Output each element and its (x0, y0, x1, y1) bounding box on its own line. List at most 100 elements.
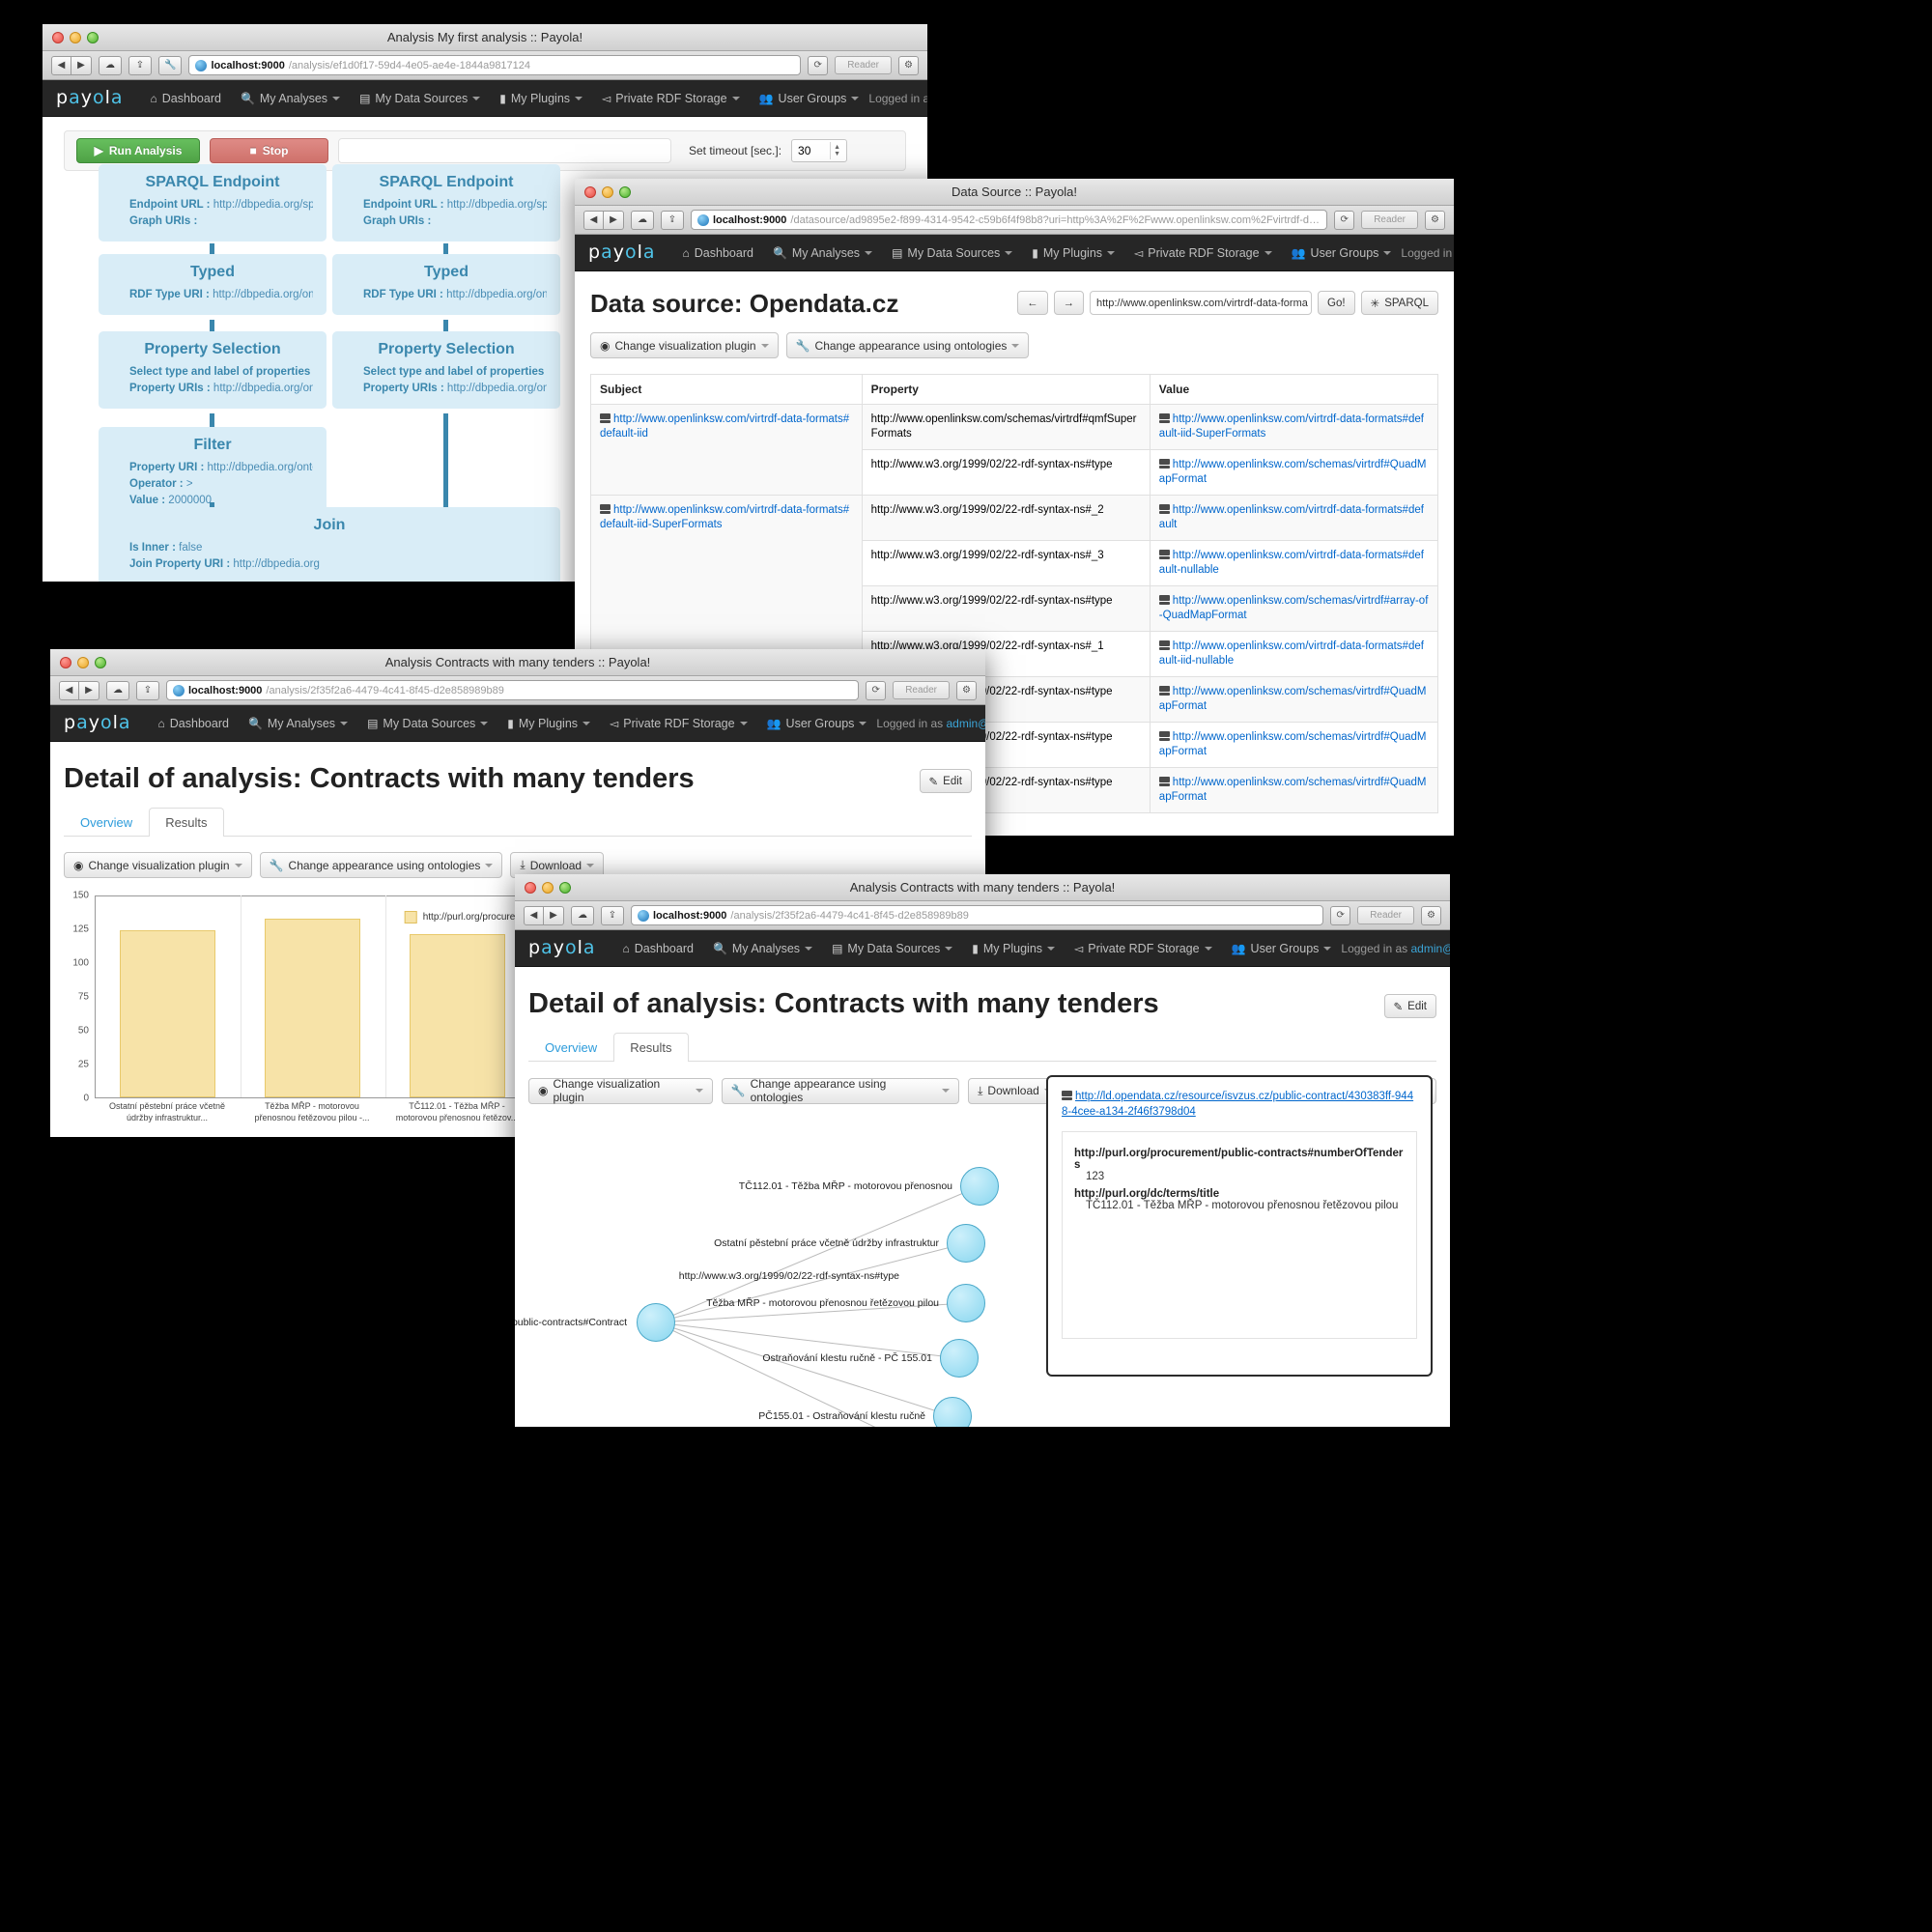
window-controls[interactable] (50, 656, 106, 668)
nav-private-rdf-storage[interactable]: ◅ Private RDF Storage (592, 80, 750, 117)
nav-user-groups[interactable]: 👥 User Groups (750, 80, 869, 117)
share-icon[interactable]: ⇪ (661, 210, 684, 230)
close-button[interactable] (60, 656, 71, 668)
nav-my-data-sources[interactable]: ▤ My Data Sources (357, 705, 497, 742)
payola-logo[interactable]: payola (64, 712, 131, 733)
sparql-button[interactable]: ✳ SPARQL (1360, 291, 1438, 315)
plugin-box-sparql-right[interactable]: SPARQL Endpoint Endpoint URL : http://db… (332, 164, 560, 242)
plugin-box-property-selection-left[interactable]: Property Selection Select type and label… (99, 331, 327, 409)
value-link[interactable]: http://www.openlinksw.com/schemas/virtrd… (1159, 777, 1427, 803)
browser-toolbar[interactable]: ◀ ▶ ☁ ⇪ localhost:9000 /datasource/ad989… (575, 206, 1454, 235)
value-link[interactable]: http://www.openlinksw.com/schemas/virtrd… (1159, 686, 1427, 712)
history-forward-button[interactable]: → (1053, 291, 1084, 315)
forward-icon[interactable]: ▶ (79, 680, 99, 700)
value-link[interactable]: http://www.openlinksw.com/virtrdf-data-f… (1159, 413, 1424, 440)
reload-icon[interactable]: ⟳ (1330, 905, 1351, 925)
settings-icon[interactable]: ⚙ (1421, 905, 1441, 925)
minimize-button[interactable] (77, 656, 89, 668)
history-back-button[interactable]: ← (1017, 291, 1048, 315)
payola-logo[interactable]: payola (588, 242, 656, 263)
nav-my-plugins[interactable]: ▮ My Plugins (1022, 235, 1124, 271)
change-visualization-plugin-button[interactable]: ◉ Change visualization plugin (590, 332, 779, 358)
column-header-property[interactable]: Property (861, 374, 1151, 405)
window-controls[interactable] (515, 881, 571, 894)
graph-node[interactable] (940, 1339, 979, 1378)
nav-my-analyses[interactable]: 🔍 My Analyses (239, 705, 357, 742)
plugin-box-join[interactable]: Join Is Inner : false Join Property URI … (99, 507, 560, 582)
nav-dashboard[interactable]: ⌂ Dashboard (673, 235, 763, 271)
address-bar[interactable]: localhost:9000 /analysis/2f35f2a6-4479-4… (166, 680, 860, 700)
change-appearance-ontologies-button[interactable]: 🔧 Change appearance using ontologies (785, 332, 1030, 358)
forward-icon[interactable]: ▶ (71, 55, 92, 75)
run-analysis-button[interactable]: ▶ Run Analysis (76, 138, 200, 163)
plugin-box-typed-left[interactable]: Typed RDF Type URI : http://dbpedia.org/… (99, 254, 327, 315)
nav-private-rdf-storage[interactable]: ◅ Private RDF Storage (1124, 235, 1282, 271)
nav-my-data-sources[interactable]: ▤ My Data Sources (350, 80, 490, 117)
graph-node-center[interactable] (637, 1303, 675, 1342)
minimize-button[interactable] (602, 185, 613, 198)
nav-my-data-sources[interactable]: ▤ My Data Sources (882, 235, 1022, 271)
maximize-button[interactable] (87, 31, 99, 43)
nav-private-rdf-storage[interactable]: ◅ Private RDF Storage (600, 705, 757, 742)
user-email-link[interactable]: admin@payola.cz (1410, 942, 1450, 955)
reload-icon[interactable]: ⟳ (1334, 210, 1355, 230)
share-icon[interactable]: ⇪ (136, 680, 159, 700)
nav-user-groups[interactable]: 👥 User Groups (1222, 930, 1342, 967)
titlebar[interactable]: Analysis Contracts with many tenders :: … (50, 649, 985, 676)
payola-navbar[interactable]: payola ⌂ Dashboard 🔍 My Analyses ▤ My Data … (50, 705, 985, 742)
tab-bar[interactable]: Overview Results (64, 807, 972, 837)
bar[interactable] (265, 918, 361, 1097)
maximize-button[interactable] (559, 881, 571, 894)
cloud-icon[interactable]: ☁ (571, 905, 594, 925)
forward-icon[interactable]: ▶ (604, 210, 624, 230)
settings-icon[interactable]: ⚙ (898, 55, 919, 75)
value-link[interactable]: http://www.openlinksw.com/schemas/virtrd… (1159, 731, 1427, 757)
nav-my-analyses[interactable]: 🔍 My Analyses (763, 235, 882, 271)
close-button[interactable] (525, 881, 536, 894)
payola-logo[interactable]: payola (528, 937, 596, 958)
plugin-box-sparql-left[interactable]: SPARQL Endpoint Endpoint URL : http://db… (99, 164, 327, 242)
go-button[interactable]: Go! (1318, 291, 1355, 315)
nav-my-analyses[interactable]: 🔍 My Analyses (231, 80, 350, 117)
settings-icon[interactable]: ⚙ (1425, 210, 1445, 230)
address-bar[interactable]: localhost:9000 /analysis/2f35f2a6-4479-4… (631, 905, 1324, 925)
window-controls[interactable] (575, 185, 631, 198)
close-button[interactable] (584, 185, 596, 198)
nav-private-rdf-storage[interactable]: ◅ Private RDF Storage (1065, 930, 1222, 967)
value-link[interactable]: http://www.openlinksw.com/virtrdf-data-f… (1159, 550, 1424, 576)
graph-node[interactable] (947, 1284, 985, 1322)
tab-results[interactable]: Results (613, 1033, 689, 1062)
tab-overview[interactable]: Overview (64, 808, 149, 837)
forward-icon[interactable]: ▶ (544, 905, 564, 925)
value-link[interactable]: http://www.openlinksw.com/virtrdf-data-f… (1159, 640, 1424, 667)
bar[interactable] (120, 930, 216, 1097)
subject-link[interactable]: http://www.openlinksw.com/virtrdf-data-f… (600, 504, 849, 530)
cloud-icon[interactable]: ☁ (631, 210, 654, 230)
edit-button[interactable]: ✎ Edit (1383, 994, 1436, 1018)
uri-input[interactable]: http://www.openlinksw.com/virtrdf-data-f… (1090, 291, 1312, 315)
browser-toolbar[interactable]: ◀ ▶ ☁ ⇪ localhost:9000 /analysis/2f35f2a… (50, 676, 985, 705)
address-bar[interactable]: localhost:9000 /datasource/ad9895e2-f899… (691, 210, 1328, 230)
back-icon[interactable]: ◀ (524, 905, 544, 925)
graph-node[interactable] (960, 1167, 999, 1206)
payola-navbar[interactable]: payola ⌂ Dashboard 🔍 My Analyses ▤ My Data … (575, 235, 1454, 271)
nav-my-data-sources[interactable]: ▤ My Data Sources (822, 930, 962, 967)
node-uri-link[interactable]: http://ld.opendata.cz/resource/isvzus.cz… (1062, 1091, 1413, 1118)
settings-icon[interactable]: ⚙ (956, 680, 977, 700)
wrench-icon[interactable]: 🔧 (158, 55, 183, 75)
payola-navbar[interactable]: payola ⌂ Dashboard 🔍 My Analyses ▤ My Data … (515, 930, 1450, 967)
address-bar[interactable]: localhost:9000 /analysis/ef1d0f17-59d4-4… (188, 55, 802, 75)
window-controls[interactable] (43, 31, 99, 43)
nav-my-plugins[interactable]: ▮ My Plugins (962, 930, 1065, 967)
stepper-arrows-icon[interactable]: ▲ ▼ (830, 142, 843, 159)
node-detail-panel[interactable]: http://ld.opendata.cz/resource/isvzus.cz… (1046, 1075, 1433, 1377)
minimize-button[interactable] (70, 31, 81, 43)
browser-toolbar[interactable]: ◀ ▶ ☁ ⇪ 🔧 localhost:9000 /analysis/ef1d0… (43, 51, 927, 80)
change-visualization-plugin-button[interactable]: ◉ Change visualization plugin (64, 852, 252, 878)
timeout-input[interactable]: 30 ▲ ▼ (791, 139, 848, 162)
reader-button[interactable]: Reader (835, 56, 892, 74)
reload-icon[interactable]: ⟳ (866, 680, 887, 700)
back-icon[interactable]: ◀ (51, 55, 71, 75)
cloud-icon[interactable]: ☁ (106, 680, 129, 700)
nav-dashboard[interactable]: ⌂ Dashboard (149, 705, 239, 742)
